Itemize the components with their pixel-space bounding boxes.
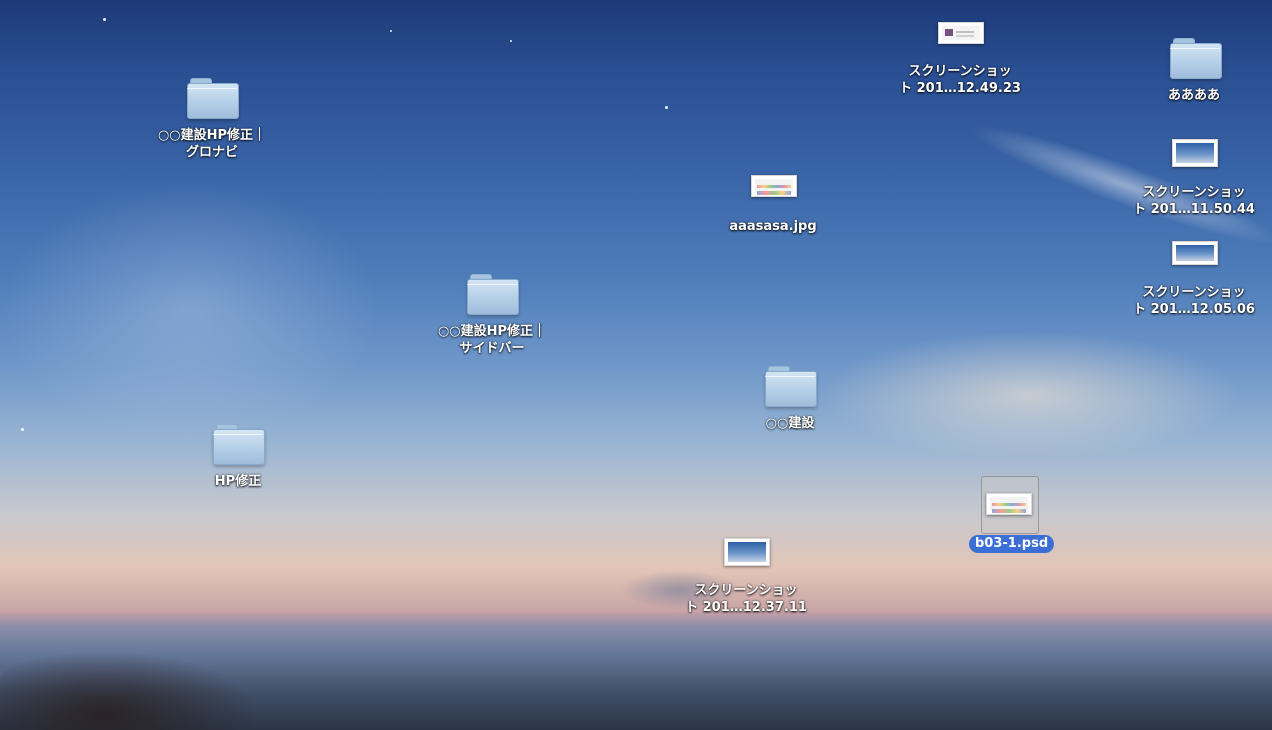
- desktop-icon-label: スクリーンショット 201…11.50.44: [1133, 185, 1255, 217]
- image-thumbnail-icon: [751, 175, 797, 197]
- image-thumbnail-icon: [724, 538, 770, 566]
- desktop-icon-label: スクリーンショット 201…12.37.11: [685, 583, 807, 615]
- desktop-icon-label: スクリーンショット 201…12.49.23: [899, 64, 1021, 96]
- desktop[interactable]: ○○建設HP修正｜グロナビ ○○建設HP修正｜サイドバー HP修正 ○○建設: [0, 0, 1272, 730]
- desktop-icon-label: ○○建設: [765, 416, 815, 431]
- image-thumbnail-icon: [1172, 241, 1218, 265]
- desktop-icon-folder-construction[interactable]: ○○建設: [710, 366, 870, 436]
- desktop-icon-folder-gloabl-nav[interactable]: ○○建設HP修正｜ グロナビ: [132, 78, 292, 168]
- folder-icon: [467, 274, 519, 315]
- desktop-icon-screenshot-3[interactable]: スクリーンショット 201…12.05.06: [1112, 241, 1272, 321]
- folder-icon: [213, 424, 265, 465]
- folder-icon: [765, 366, 817, 407]
- image-thumbnail-icon: [986, 493, 1032, 515]
- wallpaper-star: [21, 428, 24, 431]
- wallpaper-star: [103, 18, 106, 21]
- wallpaper-glow: [0, 180, 380, 440]
- desktop-icon-label: aaasasa.jpg: [729, 219, 817, 234]
- folder-icon: [187, 78, 239, 119]
- desktop-icon-folder-aaaa[interactable]: ああああ: [1112, 38, 1272, 108]
- desktop-icon-screenshot-1[interactable]: スクリーンショット 201…12.49.23: [880, 20, 1040, 100]
- wallpaper-sunset-glow: [820, 330, 1240, 460]
- desktop-icon-screenshot-2[interactable]: スクリーンショット 201…11.50.44: [1112, 139, 1272, 221]
- desktop-icon-folder-hp[interactable]: HP修正: [158, 424, 318, 494]
- desktop-icon-psd-selected[interactable]: b03-1.psd: [960, 476, 1060, 556]
- image-thumbnail-icon: [938, 22, 984, 44]
- desktop-icon-label: ああああ: [1167, 88, 1220, 103]
- desktop-icon-screenshot-4[interactable]: スクリーンショット 201…12.37.11: [666, 538, 826, 620]
- wallpaper-star: [665, 106, 668, 109]
- desktop-icon-label: HP修正: [214, 474, 262, 489]
- desktop-icon-folder-sidebar[interactable]: ○○建設HP修正｜ サイドバー: [412, 274, 572, 364]
- desktop-icon-label: スクリーンショット 201…12.05.06: [1133, 285, 1255, 317]
- desktop-icon-jpg[interactable]: aaasasa.jpg: [693, 175, 853, 235]
- desktop-icon-label-selected: b03-1.psd: [969, 535, 1055, 553]
- wallpaper-star: [390, 30, 392, 32]
- folder-icon: [1170, 38, 1222, 79]
- image-thumbnail-icon: [1172, 139, 1218, 167]
- wallpaper-star: [510, 40, 512, 42]
- desktop-icon-label: ○○建設HP修正｜ サイドバー: [437, 324, 547, 356]
- desktop-icon-label: ○○建設HP修正｜ グロナビ: [157, 128, 267, 160]
